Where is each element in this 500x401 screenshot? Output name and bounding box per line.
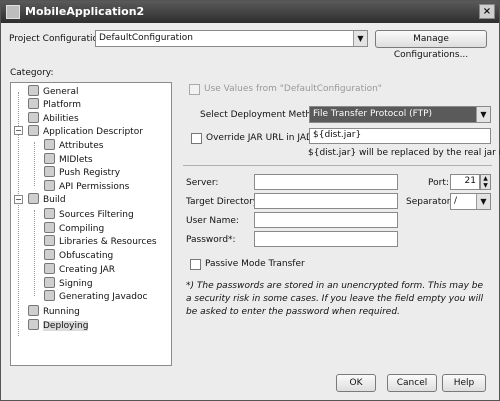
user-name-label: User Name:	[186, 216, 239, 226]
deployment-method-value: File Transfer Protocol (FTP)	[313, 109, 433, 119]
spin-down-icon[interactable]: ▼	[481, 182, 490, 189]
signing-icon	[44, 277, 55, 288]
expand-application-descriptor-icon[interactable]: −	[14, 126, 23, 135]
port-input[interactable]: 21	[450, 174, 480, 190]
gear-icon	[28, 85, 39, 96]
title-bar[interactable]: MobileApplication2 ×	[1, 1, 499, 23]
separator-value: /	[454, 196, 458, 206]
jar-url-hint: ${dist.jar} will be replaced by the real…	[308, 148, 500, 158]
override-jar-checkbox[interactable]	[191, 133, 202, 144]
port-stepper[interactable]: ▲ ▼	[480, 174, 491, 190]
spin-up-icon[interactable]: ▲	[481, 175, 490, 182]
tree-item-creating-jar[interactable]: Creating JAR	[44, 263, 115, 276]
chevron-down-icon[interactable]: ▼	[476, 194, 490, 209]
use-values-label: Use Values from "DefaultConfiguration"	[204, 84, 382, 94]
tree-item-attributes[interactable]: Attributes	[44, 139, 103, 152]
tree-item-running[interactable]: Running	[28, 305, 80, 318]
password-security-note: *) The passwords are stored in an unencr…	[186, 281, 484, 317]
target-directory-label: Target Directory:	[186, 197, 261, 207]
help-button[interactable]: Help	[442, 374, 486, 392]
library-icon	[44, 235, 55, 246]
jar-url-field[interactable]: ${dist.jar}	[309, 128, 491, 144]
deployment-method-select[interactable]: File Transfer Protocol (FTP) ▼	[309, 106, 491, 123]
project-config-value: DefaultConfiguration	[99, 33, 193, 43]
chevron-down-icon[interactable]: ▼	[353, 31, 367, 46]
chevron-down-icon[interactable]: ▼	[476, 107, 490, 122]
user-name-input[interactable]	[254, 212, 398, 228]
abilities-icon	[28, 112, 39, 123]
jar-icon	[44, 263, 55, 274]
tree-item-build[interactable]: Build	[28, 193, 66, 206]
project-config-select[interactable]: DefaultConfiguration ▼	[95, 30, 368, 47]
compile-icon	[44, 222, 55, 233]
tree-item-sources-filtering[interactable]: Sources Filtering	[44, 208, 134, 221]
document-icon	[44, 180, 55, 191]
document-icon	[44, 166, 55, 177]
use-values-checkbox[interactable]	[189, 84, 200, 95]
override-jar-label: Override JAR URL in JAD:	[206, 133, 316, 143]
javadoc-icon	[44, 290, 55, 301]
manage-configurations-button[interactable]: Manage Configurations...	[375, 30, 487, 60]
filter-icon	[44, 208, 55, 219]
separator-select[interactable]: / ▼	[450, 193, 491, 210]
tree-item-midlets[interactable]: MIDlets	[44, 153, 93, 166]
category-tree[interactable]: − − General Platform Abilities Applicati…	[10, 82, 172, 366]
document-icon	[44, 153, 55, 164]
tree-item-signing[interactable]: Signing	[44, 277, 93, 290]
window-title: MobileApplication2	[25, 5, 145, 18]
port-label: Port:	[428, 178, 449, 188]
obfuscate-icon	[44, 249, 55, 260]
deployment-method-label: Select Deployment Method:	[200, 110, 326, 120]
deploy-icon	[28, 319, 39, 330]
build-icon	[28, 193, 39, 204]
ok-button[interactable]: OK	[336, 374, 376, 392]
expand-build-icon[interactable]: −	[14, 195, 23, 204]
tree-item-general[interactable]: General	[28, 85, 78, 98]
dialog-window: MobileApplication2 × Project Configurati…	[0, 0, 500, 401]
tree-item-compiling[interactable]: Compiling	[44, 222, 104, 235]
tree-item-obfuscating[interactable]: Obfuscating	[44, 249, 113, 262]
separator-line	[183, 165, 492, 166]
app-icon	[6, 5, 20, 19]
separator-label: Separator:	[406, 197, 454, 207]
passive-mode-checkbox[interactable]	[190, 259, 201, 270]
category-label: Category:	[10, 68, 54, 78]
tree-item-deploying[interactable]: Deploying	[28, 319, 89, 332]
document-icon	[44, 139, 55, 150]
server-label: Server:	[186, 178, 219, 188]
tree-item-generating-javadoc[interactable]: Generating Javadoc	[44, 290, 147, 303]
descriptor-icon	[28, 125, 39, 136]
password-label: Password*:	[186, 235, 236, 245]
tree-item-platform[interactable]: Platform	[28, 98, 81, 111]
server-input[interactable]	[254, 174, 398, 190]
close-button[interactable]: ×	[479, 4, 495, 19]
target-directory-input[interactable]	[254, 193, 398, 209]
tree-item-application-descriptor[interactable]: Application Descriptor	[28, 125, 143, 138]
run-icon	[28, 305, 39, 316]
platform-icon	[28, 98, 39, 109]
tree-item-api-permissions[interactable]: API Permissions	[44, 180, 129, 193]
password-input[interactable]	[254, 231, 398, 247]
passive-mode-label: Passive Mode Transfer	[205, 259, 305, 269]
project-config-label: Project Configuration:	[9, 34, 107, 44]
tree-item-push-registry[interactable]: Push Registry	[44, 166, 120, 179]
tree-item-libraries-resources[interactable]: Libraries & Resources	[44, 235, 157, 248]
tree-item-abilities[interactable]: Abilities	[28, 112, 79, 125]
cancel-button[interactable]: Cancel	[387, 374, 437, 392]
